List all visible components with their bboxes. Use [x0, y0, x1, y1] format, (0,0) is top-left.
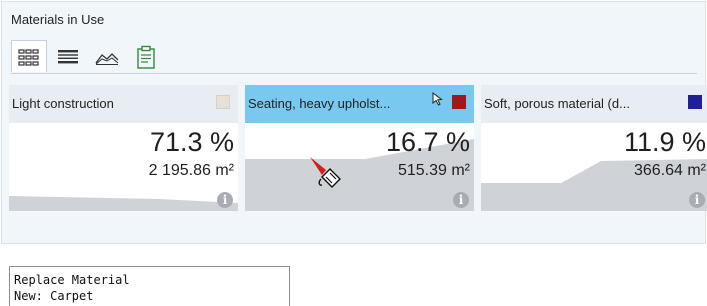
material-cards: Light construction 71.3 % 2 195.86 m² i …: [9, 85, 707, 211]
toolbar-divider: [11, 73, 697, 74]
view-toolbar: [11, 38, 167, 72]
status-message-box: Replace Material New: Carpet: [9, 266, 290, 306]
chart-view-button[interactable]: [89, 42, 125, 72]
material-card-soft-porous[interactable]: Soft, porous material (d... 11.9 % 366.6…: [481, 85, 707, 211]
info-icon[interactable]: i: [217, 192, 233, 208]
info-icon[interactable]: i: [453, 192, 469, 208]
paint-bucket-cursor-icon: [310, 157, 341, 188]
area-value: 2 195.86 m²: [148, 162, 234, 179]
info-icon[interactable]: i: [689, 192, 705, 208]
list-view-button[interactable]: [50, 42, 86, 72]
material-name: Seating, heavy upholst...: [248, 96, 391, 111]
material-card-seating[interactable]: Seating, heavy upholst... 16.7 % 515.39 …: [245, 85, 474, 211]
tiles-view-button[interactable]: [11, 40, 47, 72]
status-detail: New: Carpet: [14, 289, 94, 303]
panel-title: Materials in Use: [11, 12, 105, 27]
area-value: 366.64 m²: [633, 162, 706, 179]
chart-view-icon: [95, 53, 119, 65]
select-pointer-icon[interactable]: [432, 92, 444, 106]
card-header: Seating, heavy upholst...: [245, 85, 474, 123]
area-value: 515.39 m²: [397, 162, 470, 179]
status-action: Replace Material: [14, 273, 130, 287]
material-name: Soft, porous material (d...: [484, 96, 630, 111]
tiles-view-icon: [18, 48, 39, 66]
color-swatch[interactable]: [216, 95, 230, 109]
card-header: Soft, porous material (d...: [481, 85, 707, 123]
percent-value: 11.9 %: [623, 127, 706, 157]
color-swatch[interactable]: [452, 95, 466, 109]
card-header: Light construction: [9, 85, 238, 123]
report-view-button[interactable]: [128, 42, 164, 72]
percent-value: 16.7 %: [385, 127, 470, 157]
material-card-light-construction[interactable]: Light construction 71.3 % 2 195.86 m² i: [9, 85, 238, 211]
percent-value: 71.3 %: [149, 127, 234, 157]
list-view-icon: [58, 50, 78, 64]
clipboard-report-icon: [137, 45, 155, 69]
color-swatch[interactable]: [688, 95, 702, 109]
material-name: Light construction: [12, 96, 114, 111]
